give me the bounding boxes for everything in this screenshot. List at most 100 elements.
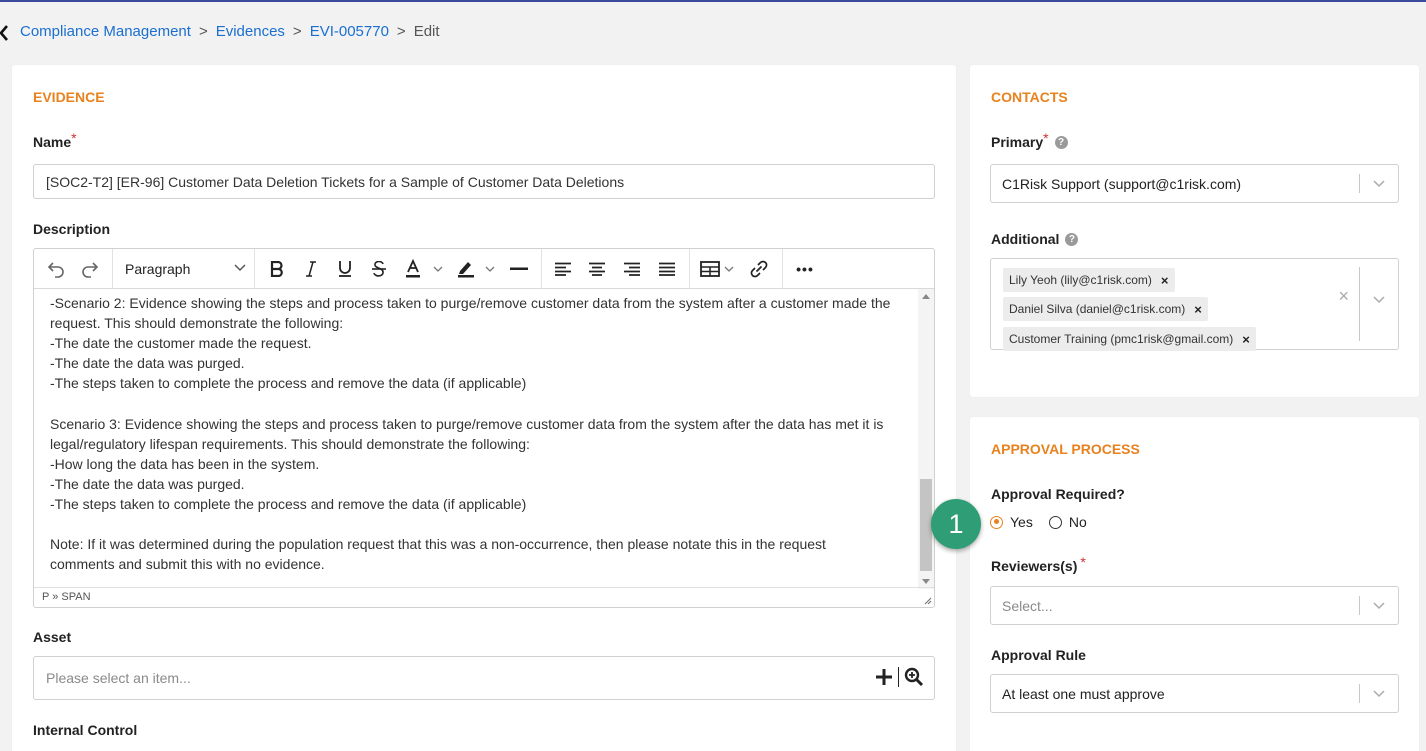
toolbar-divider (112, 249, 113, 289)
breadcrumb-compliance-management[interactable]: Compliance Management (20, 23, 191, 40)
breadcrumb: Compliance Management > Evidences > EVI-0057… (20, 23, 440, 40)
breadcrumb-separator: > (198, 23, 208, 40)
asset-label: Asset (33, 629, 72, 645)
contact-tag-label: Daniel Silva (daniel@c1risk.com) (1009, 302, 1186, 316)
remove-tag-icon[interactable]: × (1161, 273, 1169, 288)
description-line: -Scenario 2: Evidence showing the steps … (50, 295, 891, 311)
asset-placeholder: Please select an item... (46, 670, 191, 686)
primary-label-text: Primary (991, 134, 1044, 150)
select-divider (1359, 684, 1360, 703)
bold-button[interactable] (264, 249, 290, 289)
resize-handle-icon[interactable] (922, 595, 932, 605)
highlight-button[interactable] (452, 249, 500, 289)
align-left-icon (555, 262, 571, 276)
redo-icon (82, 262, 99, 278)
more-button[interactable]: ••• (790, 249, 820, 289)
remove-tag-icon[interactable]: × (1194, 302, 1202, 317)
align-center-button[interactable] (584, 249, 610, 289)
contacts-section-title: CONTACTS (991, 89, 1068, 105)
toolbar-divider (541, 249, 542, 289)
remove-tag-icon[interactable]: × (1242, 332, 1250, 347)
undo-icon (47, 262, 64, 278)
breadcrumb-evidences[interactable]: Evidences (216, 23, 285, 40)
undo-button[interactable] (42, 249, 70, 289)
radio-no-label[interactable]: No (1069, 514, 1087, 530)
breadcrumb-current: Edit (413, 23, 440, 40)
align-left-button[interactable] (550, 249, 576, 289)
back-icon[interactable] (0, 23, 12, 43)
primary-contact-value: C1Risk Support (support@c1risk.com) (1002, 175, 1242, 192)
zoom-search-icon[interactable] (904, 667, 924, 687)
internal-control-label: Internal Control (33, 722, 138, 738)
description-line: -The steps taken to complete the process… (50, 495, 527, 512)
underline-button[interactable] (332, 249, 358, 289)
reviewers-label: Reviewers(s) * (991, 554, 1086, 574)
highlight-icon (458, 262, 495, 278)
approval-section-title: APPROVAL PROCESS (991, 441, 1140, 457)
name-label-text: Name (33, 134, 72, 150)
clear-all-icon[interactable]: × (1338, 286, 1349, 307)
breadcrumb-evidence-id[interactable]: EVI-005770 (310, 23, 389, 40)
additional-contacts-select[interactable]: Lily Yeoh (lily@c1risk.com) × Daniel Silv… (990, 258, 1399, 351)
description-editor[interactable]: Paragraph ••• -Scenario 2: Evidence show… (33, 248, 935, 608)
link-button[interactable] (746, 249, 772, 289)
contact-tag: Daniel Silva (daniel@c1risk.com) × (1003, 297, 1208, 321)
strikethrough-icon (372, 261, 386, 277)
text-color-button[interactable] (400, 249, 448, 289)
contact-tag: Customer Training (pmc1risk@gmail.com) × (1003, 327, 1256, 351)
chevron-down-icon[interactable] (1372, 601, 1386, 611)
help-icon[interactable]: ? (1054, 136, 1068, 149)
plus-icon[interactable] (875, 668, 893, 686)
description-line (50, 393, 902, 413)
text-color-icon (406, 259, 443, 278)
chevron-down-icon[interactable] (1372, 689, 1386, 699)
paragraph-select[interactable]: Paragraph (114, 249, 254, 289)
editor-content[interactable]: -Scenario 2: Evidence showing the steps … (34, 289, 918, 589)
align-right-button[interactable] (619, 249, 645, 289)
table-icon (700, 261, 734, 277)
contact-tag-label: Customer Training (pmc1risk@gmail.com) (1009, 332, 1234, 346)
description-line: comments and submit this with no evidenc… (50, 556, 325, 573)
radio-yes[interactable] (990, 515, 1003, 529)
approval-card: APPROVAL PROCESS Approval Required? Yes … (970, 417, 1419, 751)
breadcrumb-separator: > (396, 23, 406, 40)
align-right-icon (624, 262, 640, 276)
redo-button[interactable] (76, 249, 104, 289)
name-input[interactable]: [SOC2-T2] [ER-96] Customer Data Deletion… (33, 164, 935, 199)
justify-icon (659, 262, 675, 276)
select-divider (1359, 174, 1360, 193)
asset-input[interactable]: Please select an item... (33, 656, 935, 700)
primary-contact-select[interactable]: C1Risk Support (support@c1risk.com) (990, 164, 1399, 203)
paragraph-select-value: Paragraph (125, 261, 191, 277)
description-line: request. This should demonstrate the fol… (50, 315, 344, 332)
required-mark: * (1043, 130, 1049, 146)
element-path: P » SPAN (42, 591, 91, 603)
table-button[interactable] (698, 249, 740, 289)
horizontal-rule-button[interactable] (506, 249, 532, 289)
primary-label: Primary*? (991, 130, 1068, 150)
scroll-up-icon[interactable] (922, 294, 930, 299)
description-line: legal/regulatory lifespan requirements. … (50, 435, 530, 452)
chevron-down-icon[interactable] (1372, 295, 1386, 305)
toolbar-divider (254, 249, 255, 289)
help-icon[interactable]: ? (1065, 233, 1079, 246)
radio-no[interactable] (1048, 515, 1062, 529)
required-mark: * (71, 130, 77, 146)
description-line: -The date the customer made the request. (50, 335, 312, 352)
approval-rule-label: Approval Rule (991, 647, 1086, 663)
contact-tag: Lily Yeoh (lily@c1risk.com) × (1003, 268, 1175, 292)
italic-button[interactable] (298, 249, 324, 289)
justify-button[interactable] (654, 249, 680, 289)
underline-icon (339, 261, 351, 277)
description-line: Scenario 3: Evidence showing the steps a… (50, 415, 884, 432)
reviewers-select[interactable]: Select... (990, 586, 1399, 625)
strikethrough-button[interactable] (366, 249, 392, 289)
chevron-down-icon[interactable] (1372, 179, 1386, 189)
approval-rule-select[interactable]: At least one must approve (990, 674, 1399, 713)
editor-scrollbar[interactable] (918, 289, 934, 589)
scroll-down-icon[interactable] (922, 579, 930, 584)
description-line (50, 514, 902, 534)
radio-yes-label[interactable]: Yes (1010, 514, 1033, 530)
reviewers-placeholder: Select... (1002, 597, 1053, 614)
editor-toolbar: Paragraph ••• (34, 249, 934, 289)
